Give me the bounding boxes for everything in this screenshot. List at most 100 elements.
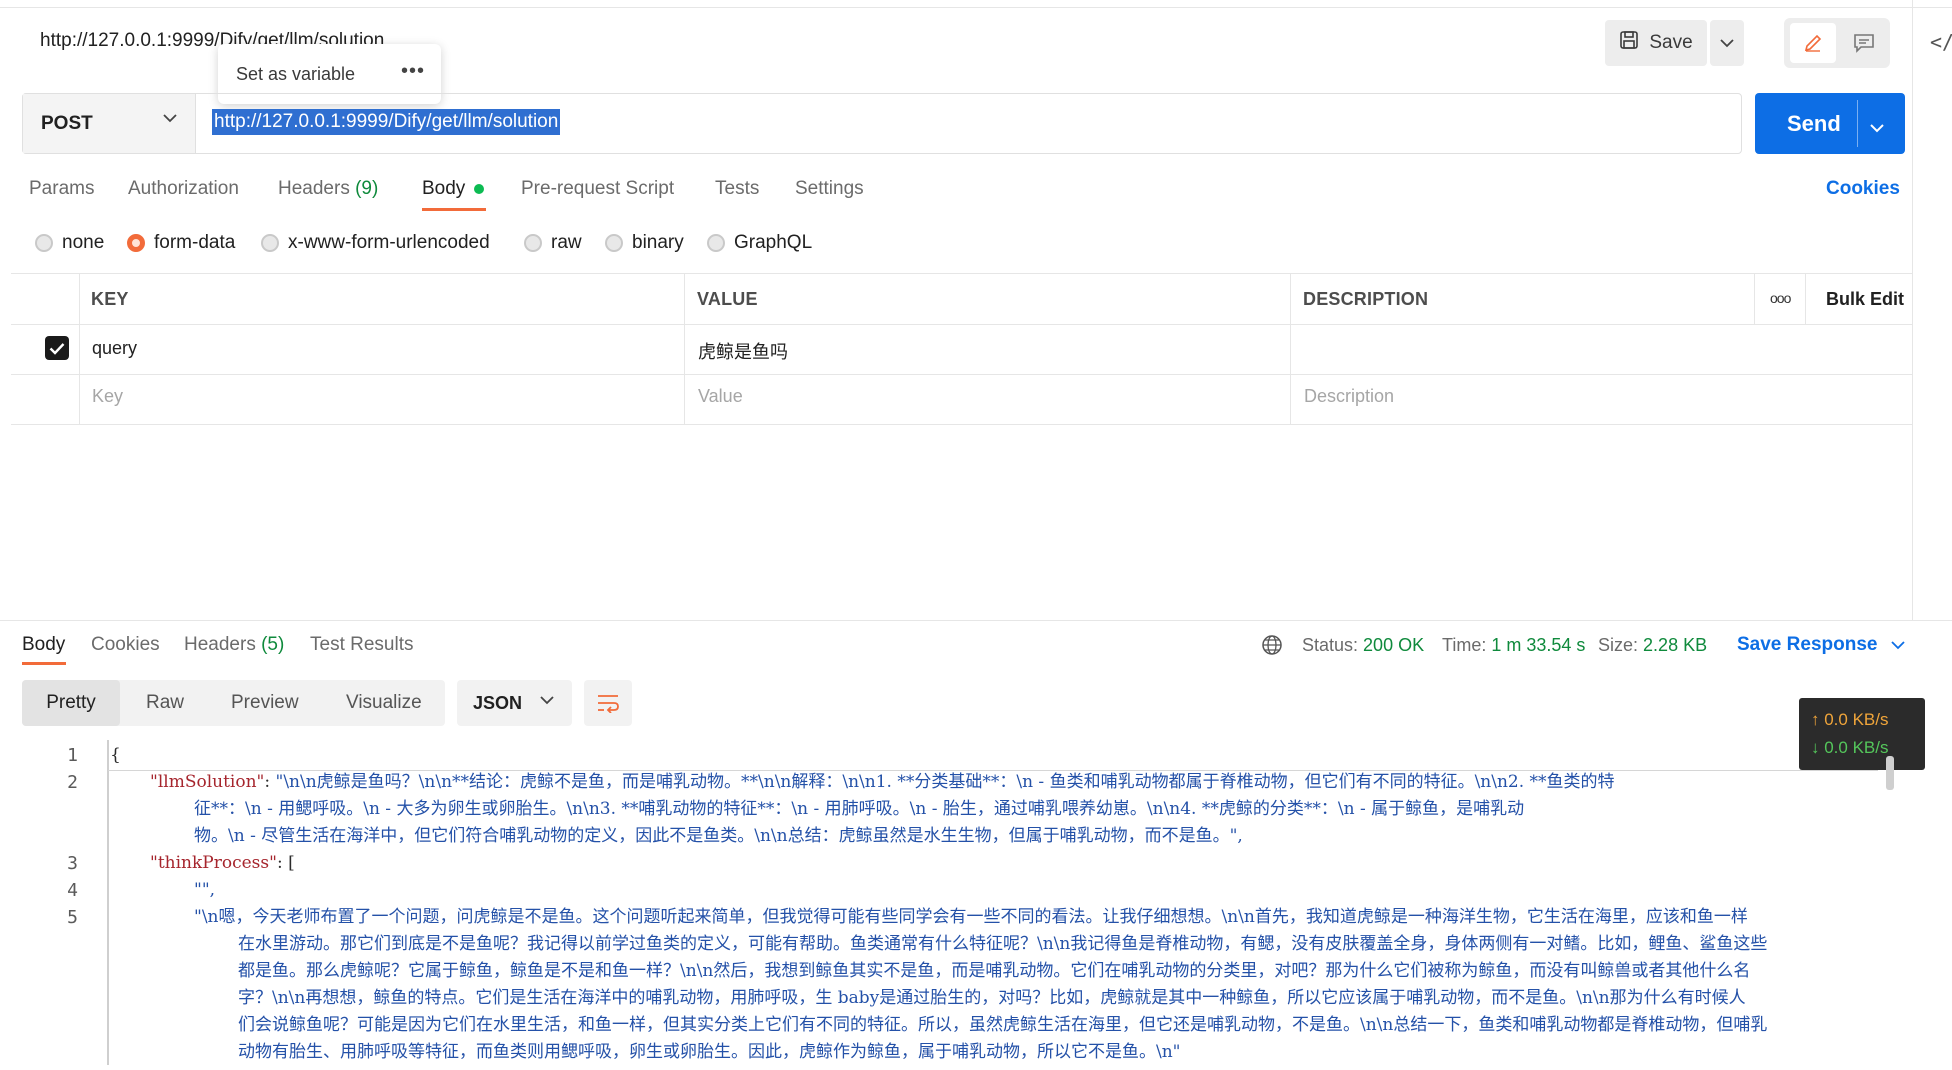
comment-mode-button[interactable] xyxy=(1842,23,1886,63)
code-line: "llmSolution": "\n\n虎鲸是鱼吗？\n\n**结论：虎鲸不是鱼… xyxy=(150,769,1615,796)
wrap-lines-button[interactable] xyxy=(584,680,632,726)
json-key: "llmSolution" xyxy=(150,772,265,792)
code-line-wrap: 物。\n - 尽管生活在海洋中，但它们符合哺乳动物的定义，因此不是鱼类。\n\n… xyxy=(194,826,1243,846)
top-strip xyxy=(0,0,1952,8)
line-number: 2 xyxy=(67,772,78,793)
more-options-icon[interactable]: ••• xyxy=(401,60,425,83)
body-type-graphql[interactable]: GraphQL xyxy=(707,232,812,254)
radio-icon[interactable] xyxy=(524,234,542,252)
edit-mode-button[interactable] xyxy=(1790,23,1836,63)
globe-icon[interactable] xyxy=(1261,634,1283,661)
column-header-description: DESCRIPTION xyxy=(1303,289,1429,309)
comment-icon xyxy=(1854,34,1874,53)
table-col-divider xyxy=(684,273,685,424)
radio-icon[interactable] xyxy=(261,234,279,252)
save-response-button[interactable]: Save Response xyxy=(1737,634,1905,656)
save-button[interactable]: Save xyxy=(1605,20,1707,66)
save-dropdown-button[interactable] xyxy=(1710,20,1744,66)
radio-selected-icon[interactable] xyxy=(127,234,145,252)
method-select[interactable]: POST xyxy=(23,94,196,153)
response-size: Size: 2.28 KB xyxy=(1598,635,1707,656)
body-type-none-label: none xyxy=(62,232,105,253)
line-number: 5 xyxy=(67,907,78,928)
code-line-wrap: 字？\n\n再想想，鲸鱼的特点。它们是生活在海洋中的哺乳动物，用肺呼吸，生 ba… xyxy=(238,988,1746,1008)
tab-authorization[interactable]: Authorization xyxy=(128,178,239,200)
body-type-form-data[interactable]: form-data xyxy=(127,232,235,254)
view-raw-button[interactable]: Raw xyxy=(146,692,184,714)
bulk-edit-button[interactable]: Bulk Edit xyxy=(1826,289,1904,310)
table-more-icon[interactable]: ooo xyxy=(1770,290,1791,306)
format-select[interactable]: JSON xyxy=(457,680,572,726)
tab-settings[interactable]: Settings xyxy=(795,178,864,200)
send-dropdown-button[interactable] xyxy=(1870,117,1884,138)
json-punct: : [ xyxy=(276,853,295,873)
code-line-wrap: 在水里游动。那它们到底是不是鱼呢？我记得以前学过鱼类的定义，可能有帮助。鱼类通常… xyxy=(238,934,1768,954)
chevron-down-icon xyxy=(540,696,554,705)
code-line-wrap: 们会说鲸鱼呢？可能是因为它们在水里生活，和鱼一样，但其实分类上它们有不同的特征。… xyxy=(238,1015,1768,1035)
chevron-down-icon xyxy=(163,114,177,123)
upload-speed: ↑ 0.0 KB/s xyxy=(1811,710,1889,729)
radio-icon[interactable] xyxy=(35,234,53,252)
json-string: "\n\n虎鲸是鱼吗？\n\n**结论：虎鲸不是鱼，而是哺乳动物。**\n\n解… xyxy=(275,772,1615,792)
cookies-link[interactable]: Cookies xyxy=(1826,178,1900,200)
new-description-input[interactable]: Description xyxy=(1304,386,1394,407)
status-value[interactable]: 200 OK xyxy=(1363,635,1424,655)
code-line-wrap: 征**：\n - 用鳃呼吸。\n - 大多为卵生或卵胎生。\n\n3. **哺乳… xyxy=(194,799,1525,819)
checkmark-icon xyxy=(49,342,65,355)
table-col-divider xyxy=(1290,273,1291,424)
code-line-wrap: 动物有胎生、用肺呼吸等特征，而鱼类则用鳃呼吸，卵生或卵胎生。因此，虎鲸作为鲸鱼，… xyxy=(238,1042,1181,1062)
view-pretty-button[interactable]: Pretty xyxy=(22,680,120,726)
network-speed-overlay: ↑ 0.0 KB/s ↓ 0.0 KB/s xyxy=(1799,698,1925,770)
body-type-binary-label: binary xyxy=(632,232,684,253)
status-label: Status: xyxy=(1302,635,1359,655)
view-preview-button[interactable]: Preview xyxy=(231,692,299,714)
table-border xyxy=(11,374,1912,375)
line-number: 3 xyxy=(67,853,78,874)
tab-params[interactable]: Params xyxy=(29,178,94,200)
param-value-cell[interactable]: 虎鲸是鱼吗 xyxy=(698,338,788,364)
tab-headers-count: (9) xyxy=(355,178,379,199)
table-border-top xyxy=(11,273,1912,274)
new-value-input[interactable]: Value xyxy=(698,386,743,407)
time-value[interactable]: 1 m 33.54 s xyxy=(1491,635,1585,655)
json-colon: : xyxy=(264,772,276,792)
view-visualize-button[interactable]: Visualize xyxy=(346,692,422,714)
json-key: "thinkProcess" xyxy=(150,853,277,873)
new-key-input[interactable]: Key xyxy=(92,386,123,407)
format-label: JSON xyxy=(473,692,523,713)
tab-headers[interactable]: Headers (9) xyxy=(278,178,378,200)
code-scrollbar[interactable] xyxy=(1886,756,1894,790)
body-type-urlencoded[interactable]: x-www-form-urlencoded xyxy=(261,232,490,254)
code-snippet-icon[interactable]: </ xyxy=(1930,30,1952,54)
radio-icon[interactable] xyxy=(707,234,725,252)
size-value[interactable]: 2.28 KB xyxy=(1643,635,1707,655)
response-tab-cookies[interactable]: Cookies xyxy=(91,634,160,656)
response-tab-body[interactable]: Body xyxy=(22,634,65,656)
body-indicator-dot xyxy=(474,184,484,194)
response-tab-headers[interactable]: Headers (5) xyxy=(184,634,284,656)
tab-pre-request-script[interactable]: Pre-request Script xyxy=(521,178,674,200)
body-type-raw[interactable]: raw xyxy=(524,232,582,254)
chevron-down-icon xyxy=(1870,124,1884,133)
code-line: { xyxy=(110,745,121,765)
table-border xyxy=(11,324,1912,325)
wrap-lines-icon xyxy=(598,695,619,713)
chevron-down-icon xyxy=(1720,38,1734,47)
response-divider[interactable] xyxy=(0,620,1952,621)
radio-icon[interactable] xyxy=(605,234,623,252)
size-label: Size: xyxy=(1598,635,1639,655)
table-border-bottom xyxy=(11,424,1912,425)
row-checkbox[interactable] xyxy=(45,336,69,360)
save-icon xyxy=(1619,30,1639,56)
line-number: 4 xyxy=(67,880,78,901)
response-tab-test-results[interactable]: Test Results xyxy=(310,634,413,656)
response-tab-underline xyxy=(22,662,66,665)
param-key-cell[interactable]: query xyxy=(92,338,137,359)
tab-tests[interactable]: Tests xyxy=(715,178,759,200)
body-type-binary[interactable]: binary xyxy=(605,232,684,254)
body-type-none[interactable]: none xyxy=(35,232,104,254)
tab-body[interactable]: Body xyxy=(422,178,465,200)
chevron-down-icon xyxy=(1891,641,1905,650)
url-input[interactable]: http://127.0.0.1:9999/Dify/get/llm/solut… xyxy=(212,109,561,135)
set-variable-label[interactable]: Set as variable xyxy=(236,64,355,85)
